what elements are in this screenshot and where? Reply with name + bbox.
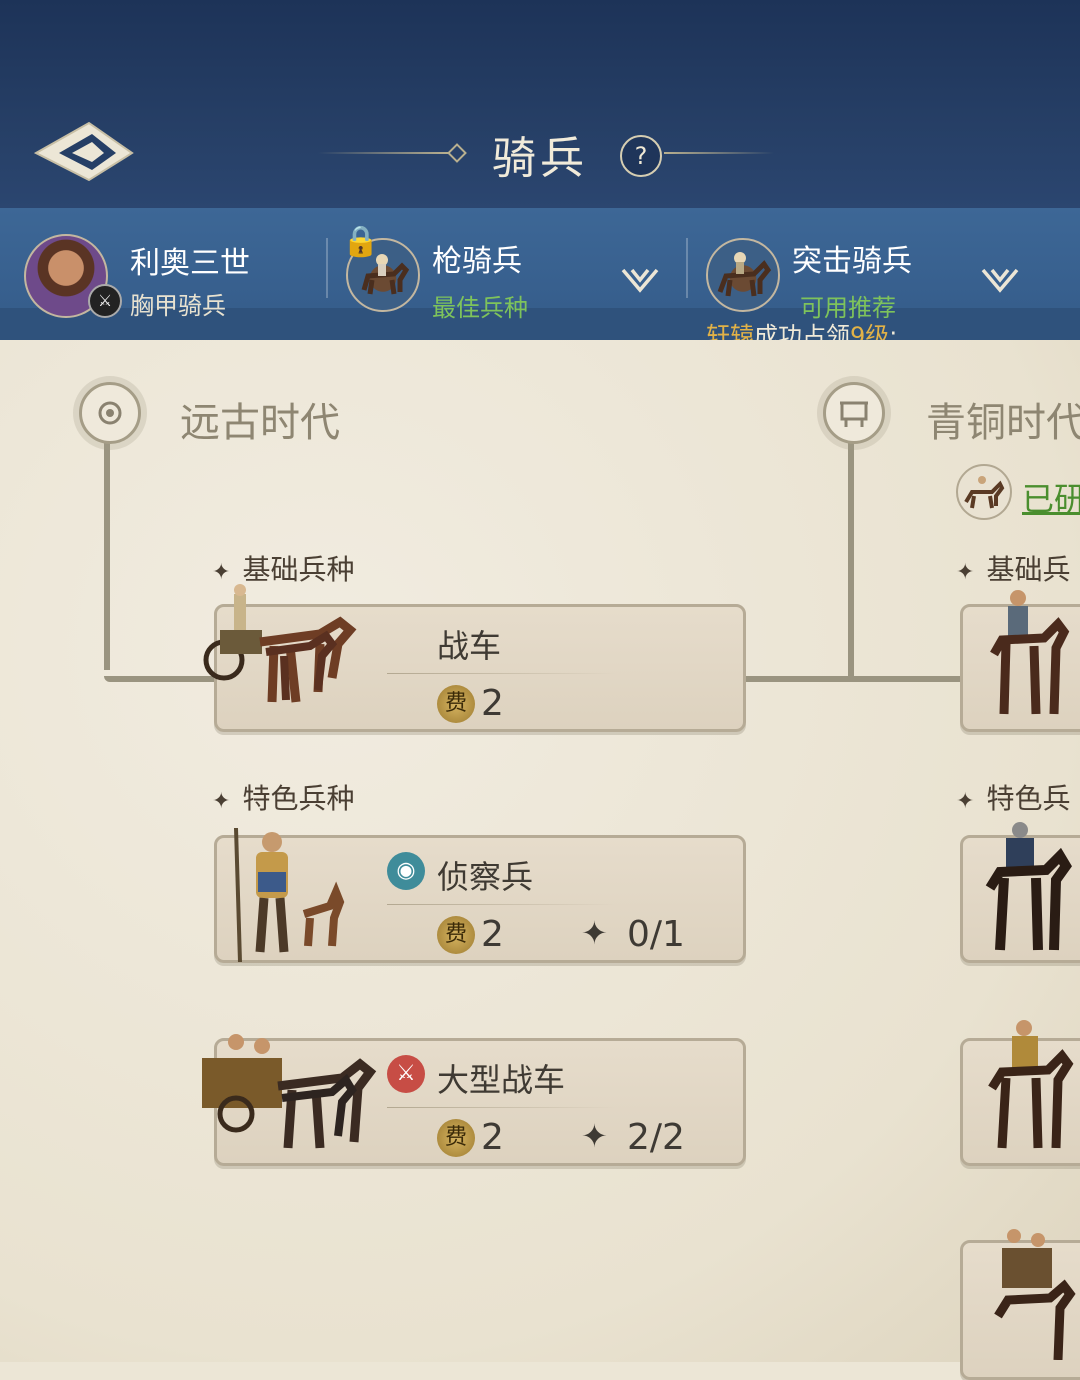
cost-value: 2 <box>481 1117 504 1158</box>
researched-status-link[interactable]: 已研 <box>1022 474 1080 520</box>
cost-icon: 费 <box>437 685 475 723</box>
tree-line <box>104 440 110 670</box>
sword-icon: ⚔ <box>387 1055 425 1093</box>
lock-icon: 🔒 <box>342 224 380 259</box>
assault-cavalry-avatar <box>706 238 780 312</box>
cost-icon: 费 <box>437 1119 475 1157</box>
era-title-ancient: 远古时代 <box>180 400 340 446</box>
cavalry-unit-illustration <box>988 1020 1074 1149</box>
era-title-bronze: 青铜时代 <box>926 400 1080 446</box>
horse-rider-icon <box>717 252 772 297</box>
hero-slot[interactable]: ⚔ 利奥三世 胸甲骑兵 <box>24 228 314 320</box>
card-name: 战车 <box>437 627 502 665</box>
slot-divider <box>326 238 328 298</box>
eye-icon: ◉ <box>387 852 425 890</box>
unit-bar: ⚔ 利奥三世 胸甲骑兵 🔒 枪骑兵 最佳兵种 突击骑兵 可用推荐 <box>0 208 1080 340</box>
header-bar: 骑兵 ? <box>0 0 1080 210</box>
section-label-basic-right: ✦ 基础兵 <box>956 553 1071 586</box>
star-icon: ✦ <box>581 1117 608 1155</box>
horse-rider-icon <box>964 476 1005 509</box>
chevron-down-icon[interactable] <box>620 264 660 296</box>
card-separator <box>387 904 617 905</box>
vessel-glyph <box>840 401 868 427</box>
chevron-down-icon[interactable] <box>980 264 1020 296</box>
page-title: 骑兵 <box>492 133 588 184</box>
title-line-right <box>664 152 774 154</box>
card-separator <box>387 673 617 674</box>
chariot-unit-illustration <box>203 584 357 703</box>
star-icon: ✦ <box>581 914 608 952</box>
unit-slot-assault-cavalry[interactable]: 突击骑兵 可用推荐 <box>704 228 1044 322</box>
unlock-progress: 2/2 <box>627 1117 685 1158</box>
card-name: 大型战车 <box>437 1061 566 1099</box>
cavalry-unit-illustration <box>990 590 1070 715</box>
section-label-special-right-text: 特色兵 <box>986 782 1071 815</box>
unit-slot-lancer[interactable]: 🔒 枪骑兵 最佳兵种 <box>342 224 684 322</box>
title-diamond-left <box>447 143 467 163</box>
cost-value: 2 <box>481 914 504 955</box>
bronze-vessel-icon <box>823 382 885 444</box>
section-label-special-text: 特色兵种 <box>242 782 355 815</box>
title-line-left <box>318 152 448 154</box>
section-label-special: ✦ 特色兵种 <box>212 782 355 815</box>
lancer-name: 枪骑兵 <box>432 244 522 279</box>
armored-cavalry-illustration <box>985 822 1072 951</box>
researched-unit-avatar <box>956 464 1012 520</box>
hero-name: 利奥三世 <box>130 246 250 281</box>
cost-value: 2 <box>481 683 504 724</box>
lancer-tag: 最佳兵种 <box>432 294 528 322</box>
unlock-progress: 0/1 <box>627 914 685 955</box>
tree-line <box>848 440 854 680</box>
sun-icon <box>79 382 141 444</box>
section-label-special-right: ✦ 特色兵 <box>956 782 1071 815</box>
unit-type-badge-icon: ⚔ <box>88 284 122 318</box>
cost-icon: 费 <box>437 916 475 954</box>
back-arrow-icon[interactable] <box>34 118 134 188</box>
assault-cavalry-name: 突击骑兵 <box>792 244 912 279</box>
sun-glyph <box>98 401 122 425</box>
chariot-unit-illustration <box>994 1229 1076 1360</box>
slot-divider <box>686 238 688 298</box>
help-icon[interactable]: ? <box>620 135 662 177</box>
card-separator <box>387 1107 617 1108</box>
large-chariot-unit-illustration <box>202 1034 377 1149</box>
tech-tree-area: 远古时代 青铜时代 ✦ 基础兵种 ✦ 特色兵种 ✦ 基础兵 ✦ 特色兵 战车 费 2 ◉… <box>0 340 1080 1380</box>
card-name: 侦察兵 <box>437 858 534 896</box>
hero-unit-name: 胸甲骑兵 <box>130 292 226 320</box>
section-label-basic-right-text: 基础兵 <box>986 553 1071 586</box>
scout-unit-illustration <box>234 827 345 963</box>
